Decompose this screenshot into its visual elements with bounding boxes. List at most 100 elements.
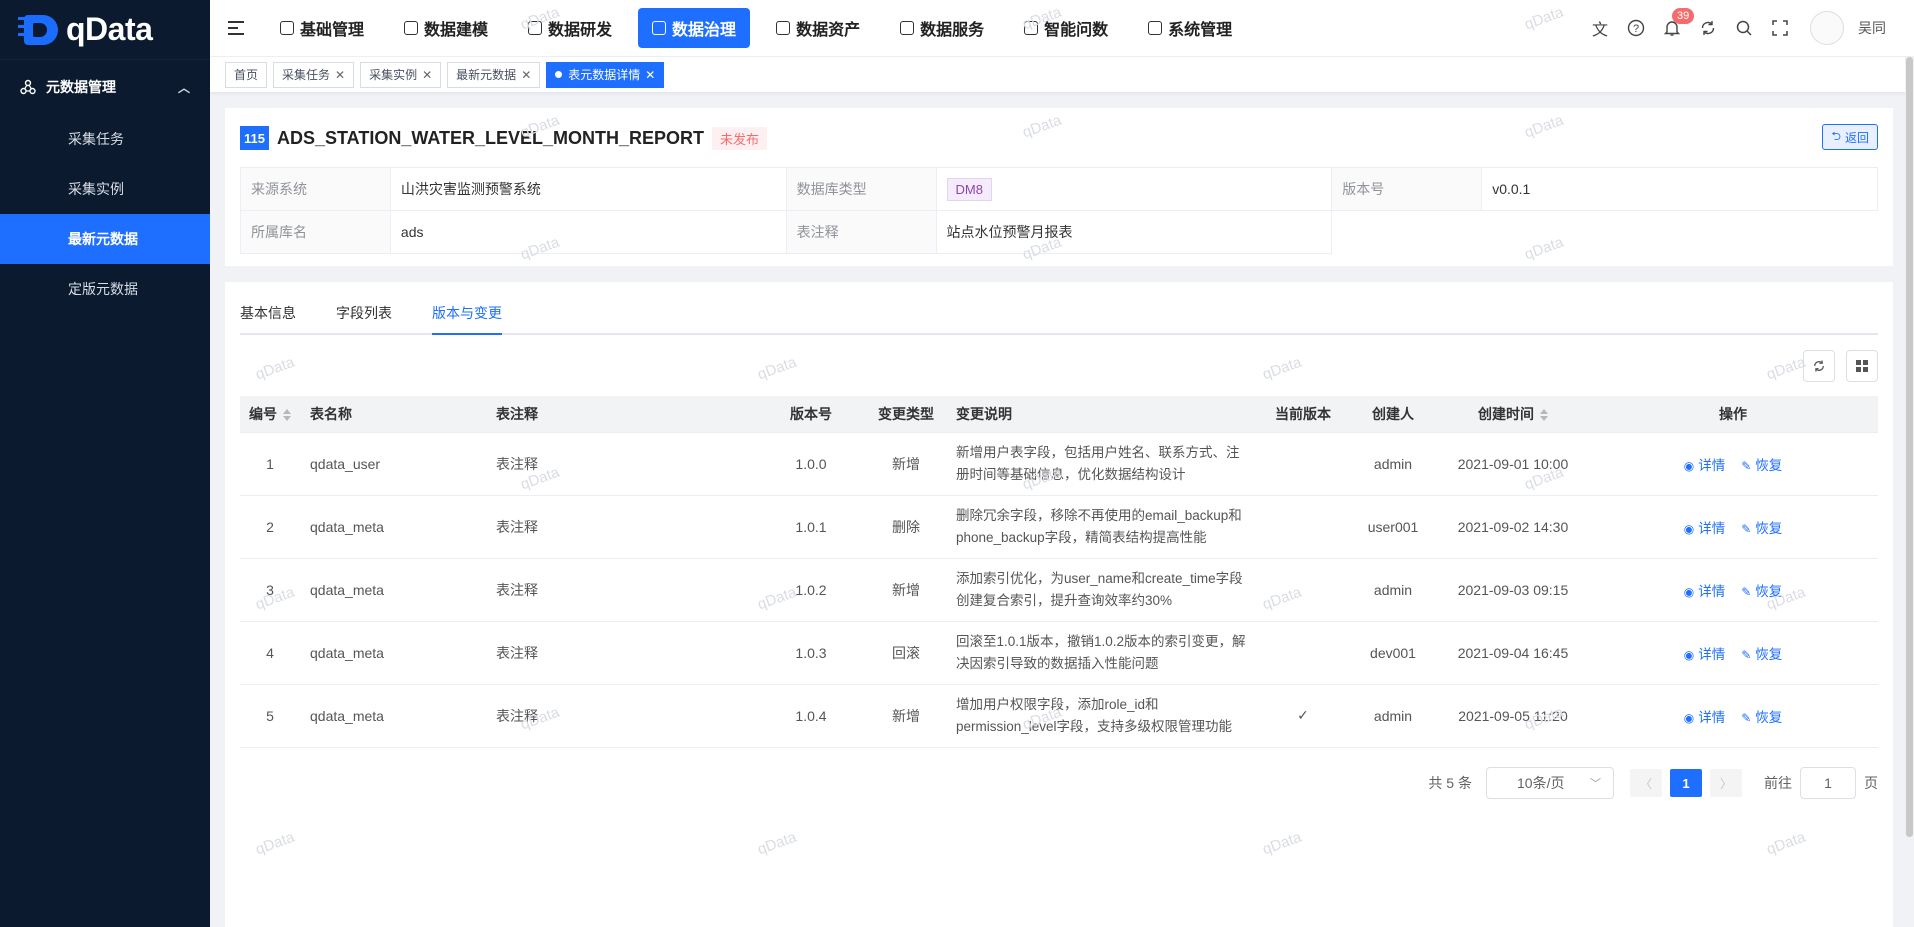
nav-label: 数据研发 — [548, 22, 613, 39]
row-actions: ◉ 详情 ✎ 恢复 — [1588, 432, 1878, 496]
col-create-time[interactable]: 创建时间 — [1438, 396, 1588, 433]
goto-label: 前往 — [1764, 775, 1792, 791]
tab-home[interactable]: 首页 — [225, 61, 268, 88]
detail-button[interactable]: ◉ 详情 — [1684, 647, 1725, 662]
row-actions: ◉ 详情 ✎ 恢复 — [1588, 495, 1878, 559]
detail-button[interactable]: ◉ 详情 — [1684, 521, 1725, 536]
tab-basic-info[interactable]: 基本信息 — [240, 303, 296, 333]
row-version: 1.0.1 — [756, 495, 866, 559]
check-icon: ✓ — [1297, 707, 1309, 723]
row-no: 3 — [240, 558, 300, 622]
row-create-time: 2021-09-04 16:45 — [1438, 621, 1588, 685]
page-size-select[interactable]: 10条/页 ﹀ — [1486, 767, 1614, 799]
restore-button[interactable]: ✎ 恢复 — [1741, 458, 1782, 473]
sidebar-item-collect-task[interactable]: 采集任务 — [0, 114, 210, 164]
refresh-table-button[interactable] — [1803, 350, 1835, 382]
table-name: ADS_STATION_WATER_LEVEL_MONTH_REPORT — [276, 127, 705, 148]
restore-label: 恢复 — [1755, 457, 1783, 473]
fullscreen-icon[interactable] — [1770, 18, 1790, 38]
sidebar-item-latest-metadata[interactable]: 最新元数据 — [0, 214, 210, 264]
detail-button[interactable]: ◉ 详情 — [1684, 710, 1725, 725]
comment-value: 站点水位预警月报表 — [935, 210, 1333, 254]
nav-data-service[interactable]: 数据服务 — [886, 8, 998, 48]
nav-data-assets[interactable]: 数据资产 — [762, 8, 874, 48]
tab-field-list[interactable]: 字段列表 — [336, 303, 392, 333]
nav-basic-management[interactable]: 基础管理 — [266, 8, 378, 48]
row-table-name: qdata_meta — [300, 495, 486, 559]
next-page-button[interactable]: 〉 — [1710, 769, 1742, 797]
row-current-version — [1258, 495, 1348, 559]
menu-group-metadata[interactable]: 元数据管理 ︿ — [0, 60, 210, 114]
notification-badge: 39 — [1672, 8, 1695, 24]
tab-label: 采集实例 — [369, 68, 418, 82]
sidebar-item-collect-instance[interactable]: 采集实例 — [0, 164, 210, 214]
notification-bell-icon[interactable]: 39 — [1662, 8, 1695, 38]
row-creator: admin — [1348, 684, 1438, 748]
row-actions: ◉ 详情 ✎ 恢复 — [1588, 621, 1878, 685]
row-no: 5 — [240, 684, 300, 748]
restore-label: 恢复 — [1755, 583, 1783, 599]
page-scrollbar[interactable] — [1905, 57, 1914, 837]
nav-data-modeling[interactable]: 数据建模 — [390, 8, 502, 48]
db-type-tag: DM8 — [946, 178, 992, 201]
refresh-icon[interactable] — [1698, 18, 1718, 38]
version-value: v0.0.1 — [1481, 167, 1878, 211]
row-table-name: qdata_meta — [300, 558, 486, 622]
restore-label: 恢复 — [1755, 709, 1783, 725]
detail-button[interactable]: ◉ 详情 — [1684, 584, 1725, 599]
row-table-name: qdata_meta — [300, 684, 486, 748]
tab-latest-metadata[interactable]: 最新元数据 ✕ — [447, 61, 541, 88]
close-icon[interactable]: ✕ — [521, 68, 531, 82]
sidebar-item-fixed-metadata[interactable]: 定版元数据 — [0, 264, 210, 314]
row-create-time: 2021-09-02 14:30 — [1438, 495, 1588, 559]
row-actions: ◉ 详情 ✎ 恢复 — [1588, 558, 1878, 622]
tab-version-change[interactable]: 版本与变更 — [432, 303, 502, 335]
menu-toggle-icon[interactable] — [228, 21, 244, 35]
nav-smart-query[interactable]: 智能问数 — [1010, 8, 1122, 48]
detail-button[interactable]: ◉ 详情 — [1684, 458, 1725, 473]
scrollbar-thumb[interactable] — [1906, 57, 1913, 837]
col-current-version: 当前版本 — [1258, 396, 1348, 433]
help-icon[interactable]: ? — [1626, 18, 1646, 38]
chevron-left-icon: 〈 — [1639, 776, 1652, 791]
tab-label: 首页 — [234, 68, 259, 82]
nav-label: 数据服务 — [920, 22, 985, 39]
close-icon[interactable]: ✕ — [422, 68, 432, 82]
close-icon[interactable]: ✕ — [645, 68, 655, 82]
edit-icon: ✎ — [1741, 521, 1752, 536]
header-actions: 文 ? 39 吴同 — [1574, 8, 1914, 45]
chevron-right-icon: 〉 — [1719, 776, 1732, 791]
row-create-time: 2021-09-03 09:15 — [1438, 558, 1588, 622]
eye-icon: ◉ — [1683, 647, 1695, 662]
restore-button[interactable]: ✎ 恢复 — [1741, 647, 1782, 662]
translate-icon[interactable]: 文 — [1590, 18, 1610, 39]
sort-icon[interactable] — [1540, 409, 1548, 422]
tab-collect-task[interactable]: 采集任务 ✕ — [273, 61, 355, 88]
restore-button[interactable]: ✎ 恢复 — [1741, 710, 1782, 725]
sort-icon[interactable] — [283, 409, 291, 422]
avatar[interactable] — [1810, 11, 1844, 45]
restore-button[interactable]: ✎ 恢复 — [1741, 584, 1782, 599]
col-no[interactable]: 编号 — [240, 396, 300, 433]
row-change-type: 新增 — [866, 684, 946, 748]
search-icon[interactable] — [1734, 18, 1754, 38]
page-number-button[interactable]: 1 — [1670, 769, 1702, 797]
settings-icon — [1148, 21, 1163, 35]
nav-data-governance[interactable]: 数据治理 — [638, 8, 751, 48]
back-button[interactable]: ⮌ 返回 — [1822, 124, 1878, 150]
column-settings-button[interactable] — [1846, 350, 1878, 382]
chevron-up-icon: ︿ — [177, 80, 190, 95]
prev-page-button[interactable]: 〈 — [1630, 769, 1662, 797]
tab-collect-instance[interactable]: 采集实例 ✕ — [360, 61, 442, 88]
edit-icon: ✎ — [1741, 584, 1752, 599]
nav-data-development[interactable]: 数据研发 — [514, 8, 626, 48]
restore-button[interactable]: ✎ 恢复 — [1741, 521, 1782, 536]
nav-system-management[interactable]: 系统管理 — [1134, 8, 1246, 48]
goto-page-input[interactable] — [1800, 767, 1856, 799]
col-creator: 创建人 — [1348, 396, 1438, 433]
close-icon[interactable]: ✕ — [335, 68, 345, 82]
restore-label: 恢复 — [1755, 646, 1783, 662]
logo[interactable]: qData — [0, 0, 210, 60]
username[interactable]: 吴同 — [1858, 18, 1886, 38]
tab-table-metadata-detail[interactable]: 表元数据详情 ✕ — [546, 61, 665, 88]
